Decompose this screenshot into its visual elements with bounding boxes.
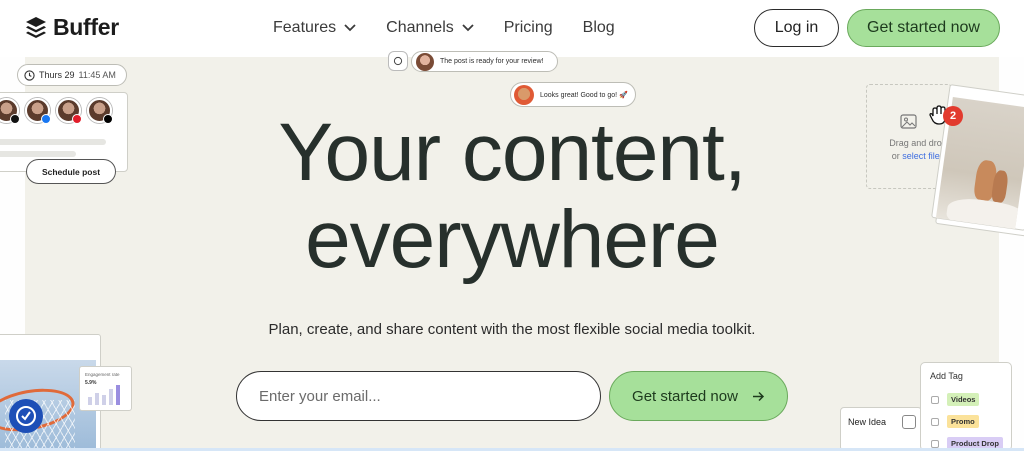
count-badge: 2 [943,106,963,126]
engagement-label: Engagement rate [85,372,120,377]
add-tag-title: Add Tag [930,371,963,381]
buffer-logo[interactable]: Buffer [25,14,119,41]
engagement-bar [88,397,92,405]
nav-pricing[interactable]: Pricing [504,17,553,39]
nav-features[interactable]: Features [273,17,356,39]
arrow-right-icon [752,391,764,401]
email-input[interactable] [236,371,601,421]
accessibility-button[interactable] [9,399,43,433]
chevron-down-icon [462,24,474,32]
nav-pricing-label: Pricing [503,19,553,36]
date-text: Thurs 29 [39,70,75,80]
tag-checkbox[interactable] [931,395,939,404]
chevron-down-icon [344,24,356,32]
tag-videos: Videos [947,393,980,406]
engagement-card: Engagement rate 5.9% [79,366,132,411]
tag-row[interactable]: Promo [931,415,979,428]
nav-channels-label: Channels [386,19,454,36]
get-started-nav-button[interactable]: Get started now [847,9,1000,47]
tag-row[interactable]: Videos [931,393,980,406]
tag-checkbox[interactable] [931,439,939,448]
comment-icon[interactable] [388,51,408,71]
new-idea-card [840,407,922,451]
nav-links: Features Channels Pricing Blog [273,17,645,39]
hero-headline-line2: everywhere [305,194,720,285]
top-navigation: Buffer Features Channels Pricing Blog Lo… [0,0,1024,57]
accessibility-icon [16,406,36,426]
engagement-bar [109,389,113,405]
notification-review: The post is ready for your review! [411,51,558,72]
clock-icon [24,69,35,81]
time-text: 11:45 AM [78,70,116,80]
image-icon [900,114,917,129]
notification-text: The post is ready for your review! [440,58,544,65]
nav-channels[interactable]: Channels [386,17,474,39]
tag-checkbox[interactable] [931,417,939,426]
engagement-bar [116,385,120,405]
login-button[interactable]: Log in [754,9,839,47]
drop-instruction: Drag and drop [889,138,947,148]
get-started-label: Get started now [632,387,738,405]
notification-text: Looks great! Good to go! 🚀 [540,91,628,99]
nav-features-label: Features [273,19,337,36]
avatar [514,84,534,105]
engagement-bar [102,395,106,405]
date-time-pill: Thurs 29 11:45 AM [17,64,127,86]
buffer-stack-icon [26,16,46,38]
select-files-link[interactable]: select files [902,151,944,161]
engagement-bar [95,393,99,405]
logo-text: Buffer [53,14,119,40]
idea-options-icon[interactable] [902,415,916,429]
avatar [416,52,434,71]
nav-blog[interactable]: Blog [583,17,615,39]
drop-or: or [891,151,900,161]
nav-blog-label: Blog [582,19,615,36]
tag-promo: Promo [947,415,979,428]
hero-subtitle: Plan, create, and share content with the… [268,321,756,338]
engagement-value: 5.9% [85,380,97,386]
new-idea-label: New Idea [848,417,887,427]
get-started-hero-button[interactable]: Get started now [609,371,788,421]
